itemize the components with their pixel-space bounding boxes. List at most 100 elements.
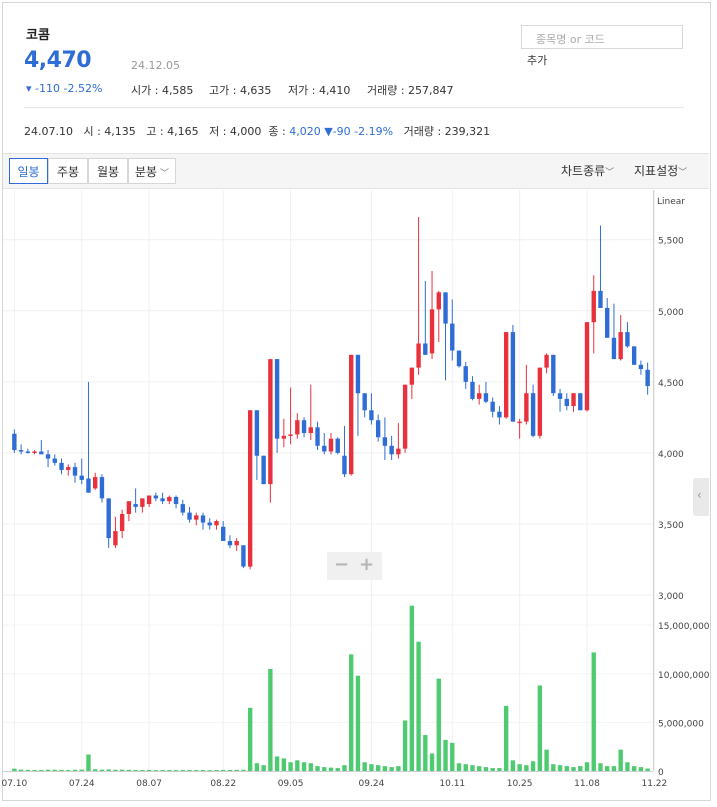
volume-bar — [510, 760, 516, 771]
volume-bar — [140, 770, 145, 772]
zoom-out-button[interactable]: − — [334, 554, 349, 575]
volume-bar — [322, 767, 327, 771]
candle-body — [133, 504, 138, 507]
volume-bar — [194, 770, 199, 772]
volume-bar — [470, 765, 475, 771]
side-panel-toggle[interactable]: ‹ — [693, 478, 709, 516]
candle-body — [402, 384, 408, 449]
volume-bar — [18, 769, 24, 771]
candle-body — [369, 410, 374, 421]
candle-body — [281, 435, 287, 439]
candle-body — [524, 393, 529, 422]
candle-body — [564, 398, 569, 406]
volume-bar — [241, 769, 246, 771]
candle-body — [160, 498, 165, 502]
candle-body — [25, 451, 31, 453]
volume-bar — [268, 668, 273, 771]
volume-bar — [106, 769, 111, 771]
volume-bar — [524, 765, 529, 771]
candle-body — [167, 496, 172, 502]
candle-body — [571, 393, 576, 406]
candle-body — [625, 332, 630, 347]
candle-body — [106, 498, 111, 539]
candle-body — [605, 307, 610, 338]
volume-tick-label: 15,000,000 — [658, 622, 710, 632]
volume-bar — [335, 768, 340, 771]
volume-bar — [537, 685, 543, 771]
volume-bar — [227, 770, 233, 772]
volume-bar — [308, 763, 313, 771]
candle-body — [517, 421, 522, 424]
candle-body — [456, 350, 462, 367]
candle-body — [32, 451, 37, 453]
candle-body — [261, 455, 266, 485]
volume-bar — [295, 760, 300, 771]
volume-bar — [638, 767, 644, 771]
candle-body — [510, 332, 516, 422]
zoom-in-button[interactable]: + — [359, 554, 374, 575]
candle-body — [470, 381, 475, 399]
x-tick-label: 11.08 — [574, 779, 600, 789]
candle-body — [39, 451, 44, 455]
volume-bar — [611, 766, 617, 771]
volume-bar — [382, 766, 388, 771]
volume-bar — [254, 763, 260, 771]
candle-body — [247, 410, 253, 567]
candle-body — [119, 514, 125, 532]
volume-bar — [369, 764, 374, 771]
candle-body — [342, 455, 347, 475]
candle-body — [335, 438, 340, 453]
candle-body — [416, 343, 421, 368]
volume-bar — [490, 768, 495, 771]
volume-bar — [483, 767, 489, 771]
candle-body — [389, 445, 394, 455]
volume-bar — [349, 654, 354, 771]
x-tick-label: 10.11 — [439, 779, 465, 789]
volume-bar — [39, 769, 44, 771]
volume-bar — [342, 765, 347, 771]
candle-body — [584, 322, 590, 411]
candle-body — [396, 448, 401, 455]
candle-body — [618, 332, 623, 360]
candle-body — [93, 477, 98, 489]
candle-body — [227, 541, 233, 546]
price-tick-label: 3,500 — [658, 521, 684, 531]
candle-body — [200, 515, 206, 523]
volume-bar — [119, 769, 125, 771]
candle-body — [557, 393, 563, 399]
price-volume-chart[interactable]: 5,500 5,000 4,500 4,000 3,500 3,000 Linear 15,0… — [0, 0, 717, 807]
volume-bar — [375, 765, 381, 771]
volume-bar — [126, 769, 132, 771]
volume-bar — [113, 769, 118, 771]
candle-body — [180, 504, 185, 513]
volume-bar — [261, 765, 266, 771]
candle-body — [173, 496, 179, 505]
candle-body — [86, 478, 91, 493]
x-tick-label: 10.25 — [507, 779, 533, 789]
volume-bar — [409, 605, 415, 771]
volume-bar — [12, 768, 17, 771]
candle-body — [349, 354, 354, 475]
candle-body — [274, 359, 280, 439]
volume-bar — [281, 758, 287, 771]
candle-body — [497, 411, 502, 418]
volume-bar — [167, 770, 172, 772]
volume-bar — [625, 762, 630, 771]
candle-body — [301, 420, 307, 433]
volume-bar — [288, 762, 293, 771]
volume-bar — [402, 720, 408, 771]
x-tick-label: 07.10 — [1, 779, 27, 789]
volume-bar — [389, 767, 394, 771]
volume-bar — [207, 770, 212, 772]
volume-bar — [99, 769, 105, 771]
price-tick-label: 3,000 — [658, 592, 684, 602]
volume-bar — [234, 769, 239, 771]
candle-body — [322, 445, 327, 452]
volume-bar — [52, 769, 57, 771]
volume-bar — [517, 764, 522, 771]
candle-body — [66, 467, 71, 470]
x-tick-label: 08.22 — [210, 779, 236, 789]
candle-body — [631, 346, 637, 365]
candle-body — [207, 522, 212, 526]
volume-bar — [93, 769, 98, 771]
